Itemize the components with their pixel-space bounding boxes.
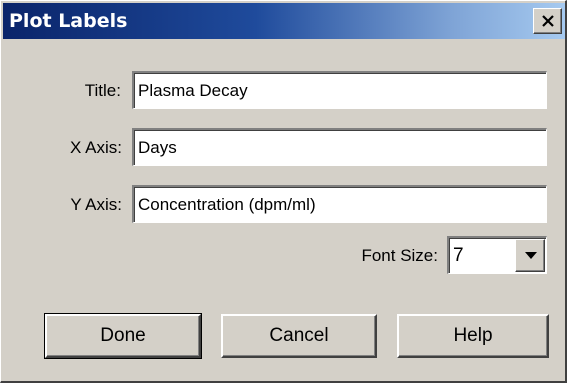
font-size-select[interactable]: 7 bbox=[447, 236, 547, 274]
font-size-dropdown-button[interactable] bbox=[515, 239, 545, 272]
title-label: Title: bbox=[84, 81, 121, 100]
title-bar[interactable]: Plot Labels bbox=[3, 3, 565, 39]
title-input[interactable] bbox=[132, 71, 547, 109]
close-button[interactable] bbox=[533, 8, 562, 34]
window-title: Plot Labels bbox=[9, 10, 128, 32]
x-axis-input[interactable] bbox=[132, 128, 547, 166]
font-size-label: Font Size: bbox=[361, 246, 438, 265]
done-button[interactable]: Done bbox=[44, 313, 202, 359]
chevron-down-icon bbox=[525, 252, 537, 259]
help-button[interactable]: Help bbox=[397, 314, 549, 358]
x-axis-label: X Axis: bbox=[70, 138, 122, 157]
font-size-value: 7 bbox=[453, 245, 464, 266]
close-icon bbox=[542, 15, 554, 27]
plot-labels-dialog: Plot Labels Title: X Axis: Y Axis: Font … bbox=[0, 0, 567, 383]
y-axis-label: Y Axis: bbox=[70, 195, 122, 214]
y-axis-input[interactable] bbox=[132, 185, 547, 223]
cancel-button[interactable]: Cancel bbox=[221, 314, 377, 358]
